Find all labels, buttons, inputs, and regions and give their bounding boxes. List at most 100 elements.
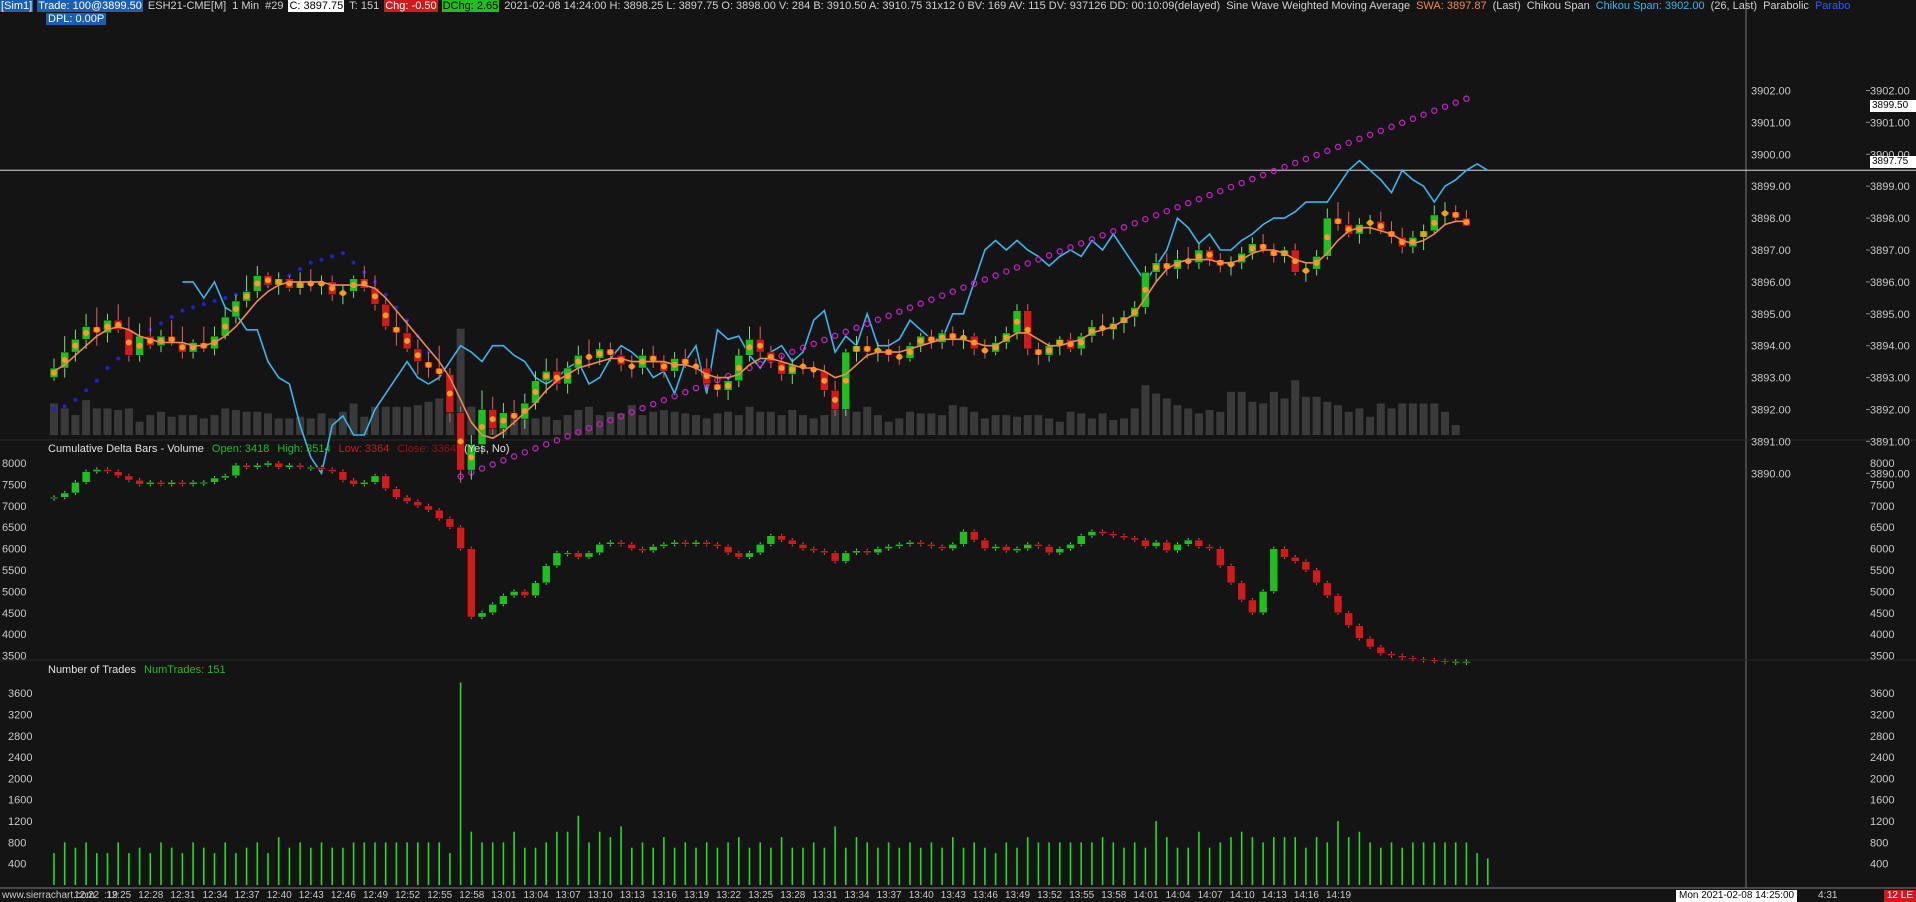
volume-bar [114, 410, 123, 435]
time-axis-label: 13:49 [1005, 890, 1030, 901]
time-axis-label: 13:04 [524, 890, 549, 901]
trade-mode-indicator[interactable]: 12 LE [1883, 890, 1916, 902]
bar-info: 2021-02-08 14:24:00 H: 3898.25 L: 3897.7… [504, 0, 1221, 12]
delta-bar [199, 482, 209, 485]
delta-bar [1044, 546, 1054, 554]
delta-scale-label-left: 5500 [2, 565, 26, 577]
sar-ring [1452, 99, 1459, 106]
volume-bar [552, 420, 561, 435]
bar-marker [1142, 286, 1149, 293]
swma-study-name: Sine Wave Weighted Moving Average [1226, 0, 1411, 12]
delta-bar [103, 469, 112, 472]
delta-bar [263, 462, 273, 466]
sar-ring [853, 324, 860, 332]
volume-bar [724, 411, 733, 435]
delta-study-name: Cumulative Delta Bars - Volume [48, 443, 204, 455]
price-scale-label: 3891.00 [1870, 436, 1910, 448]
delta-scale-label: 4000 [1870, 629, 1894, 641]
delta-bar [1055, 548, 1065, 554]
volume-bar [563, 415, 572, 435]
delta-bar [1226, 565, 1236, 584]
volume-bar [317, 413, 326, 435]
bar-marker [83, 329, 90, 336]
symbol-label[interactable]: ESH21-CME[M] [147, 0, 227, 12]
delta-bar [1034, 544, 1043, 547]
delta-bar [531, 582, 540, 596]
delta-scale-label-left: 4000 [2, 629, 26, 641]
sar-dot [73, 397, 78, 402]
delta-bar [424, 505, 433, 511]
sar-ring [1035, 256, 1042, 263]
delta-bar [71, 482, 80, 494]
sar-dot [330, 254, 335, 259]
time-axis-label: 13:19 [684, 890, 709, 901]
time-axis-label: 13:31 [812, 890, 837, 901]
volume-bar [1087, 418, 1096, 435]
delta-bar [1419, 658, 1428, 661]
sar-ring [1313, 151, 1320, 159]
bar-marker [243, 293, 250, 300]
chart-window[interactable]: 3902.003902.003901.003901.003900.003900.… [0, 0, 1916, 902]
delta-scale-label: 6500 [1870, 522, 1894, 534]
volume-bar [670, 411, 679, 435]
sar-ring [1131, 220, 1138, 227]
volume-bars [50, 328, 1460, 435]
delta-bar [959, 531, 968, 545]
bar-marker [725, 382, 732, 389]
time-axis: www.sierrachart.com:1912:22 12:25 12:28 12:… [1, 890, 1351, 901]
bar-marker [778, 365, 785, 372]
delta-bar [541, 565, 551, 584]
delta-bar [1151, 541, 1161, 547]
sar-ring [1045, 252, 1053, 259]
sar-ring [489, 461, 496, 468]
delta-bar [552, 552, 562, 566]
bar-marker [254, 280, 261, 287]
trades-scale-label: 400 [1870, 859, 1888, 871]
sar-ring [1324, 147, 1331, 155]
delta-bar [1355, 625, 1364, 639]
delta-bar [370, 475, 380, 483]
volume-bar [306, 418, 315, 435]
price-scale-label: 3894.00 [1870, 341, 1910, 353]
time-axis-label: 12:49 [363, 890, 388, 901]
delta-scale-label: 5000 [1870, 586, 1894, 598]
price-candles [49, 202, 1471, 483]
delta-bar [285, 464, 294, 468]
sar-ring [639, 404, 646, 412]
volume-bar [734, 415, 743, 435]
sar-ring [510, 453, 518, 460]
delta-scale-label-left: 6500 [2, 522, 26, 534]
time-axis-label: 13:25 [748, 890, 773, 901]
sar-ring [660, 396, 668, 404]
bar-marker [532, 388, 539, 395]
sar-ring [1206, 191, 1213, 199]
time-axis-label: 13:40 [909, 890, 934, 901]
time-axis-label: 14:19 [1326, 890, 1351, 901]
bar-marker [1153, 264, 1160, 271]
time-axis-label: 13:34 [845, 890, 870, 901]
price-scale-label-inner: 3892.00 [1751, 405, 1791, 417]
sim-label[interactable]: [Sim1] [0, 0, 34, 12]
price-scale-label-inner: 3895.00 [1751, 309, 1791, 321]
price-scale-label-inner: 3893.00 [1751, 373, 1791, 385]
delta-low: Low: 3364 [338, 443, 390, 455]
volume-bar [756, 411, 765, 435]
bar-marker [682, 358, 689, 365]
delta-bar [798, 544, 808, 549]
delta-bar [1365, 638, 1375, 648]
swma-value: SWA: 3897.87 [1416, 0, 1487, 12]
volume-bar [1227, 391, 1235, 435]
bar-marker [436, 368, 443, 375]
bar-marker [842, 377, 849, 384]
bar-marker [168, 336, 175, 343]
time-axis-label: 14:01 [1133, 890, 1158, 901]
delta-bar [1109, 533, 1118, 537]
delta-bar [595, 544, 604, 554]
delta-scale-label: 6000 [1870, 544, 1894, 556]
sar-ring [1441, 103, 1449, 110]
sar-ring [1024, 260, 1031, 267]
delta-bar [156, 482, 166, 485]
delta-bar [1023, 544, 1032, 549]
delta-bar [563, 552, 572, 555]
price-scale-label: 3897.00 [1870, 245, 1910, 257]
